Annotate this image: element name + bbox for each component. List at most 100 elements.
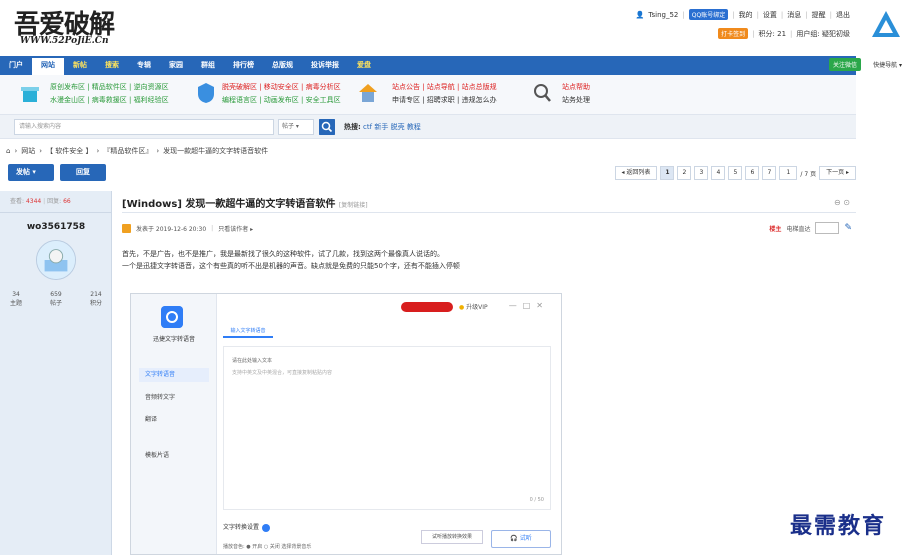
avatar[interactable] <box>36 240 76 280</box>
checkin-button[interactable]: 打卡签到 <box>718 28 749 39</box>
qq-bind-badge[interactable]: QQ账号绑定 <box>688 9 729 20</box>
nav-item-home[interactable]: 家园 <box>160 56 192 75</box>
nav-item-search[interactable]: 搜索 <box>96 56 128 75</box>
redaction-mark <box>401 302 453 312</box>
breadcrumb: ⌂ › 网站 › 【 软件安全 】 › 『精品软件区』 › 发现一款超牛逼的文字转语音软… <box>6 146 269 156</box>
app-name: 迅捷文字转语音 <box>152 336 195 343</box>
hot-link[interactable]: ctf <box>363 123 372 131</box>
app-input-hint: 支持中英文及中英混合，可直接复制粘贴内容 <box>232 370 333 376</box>
floor-jump-input[interactable] <box>815 222 840 234</box>
page-link[interactable]: 1 <box>660 166 675 180</box>
page-link[interactable]: 5 <box>728 166 743 180</box>
breadcrumb-item[interactable]: 『精品软件区』 <box>103 146 152 156</box>
app-settings-label: 文字转换设置 <box>223 524 260 531</box>
hot-link[interactable]: 教程 <box>407 123 421 131</box>
hot-link[interactable]: 新手 <box>374 123 388 131</box>
breadcrumb-item[interactable]: 网站 <box>21 146 35 156</box>
jump-label: 电梯直达 <box>786 225 811 233</box>
subnav-group-software: 原创发布区 | 精品软件区 | 逆向资源区 水漫金山区 | 病毒救援区 | 福利… <box>50 81 169 107</box>
search-type-select[interactable]: 帖子 ▾ <box>278 119 314 135</box>
sub-nav: 原创发布区 | 精品软件区 | 逆向资源区 水漫金山区 | 病毒救援区 | 福利… <box>0 75 856 115</box>
reply-button[interactable]: 回复 <box>60 164 106 181</box>
thread-title-text: [Windows] 发现一款超牛逼的文字转语音软件 <box>122 199 336 210</box>
page-link[interactable]: 2 <box>677 166 692 180</box>
logout-link[interactable]: 退出 <box>836 10 850 20</box>
app-try-label: 试听 <box>519 535 532 542</box>
next-page-button[interactable]: 下一页 ▸ <box>819 166 856 180</box>
subnav-line[interactable]: 申请专区 | 招聘求职 | 违规怎么办 <box>392 94 497 107</box>
stat-value: 34 <box>12 291 20 298</box>
forum-page: 吾爱破解 WWW.52PoJiE.Cn 👤 Tsing_52 | QQ账号绑定 … <box>0 0 914 555</box>
notifications-link[interactable]: 提醒 <box>812 10 826 20</box>
subnav-line[interactable]: 站点帮助 <box>562 81 590 94</box>
app-vip-label: 升级VIP <box>466 304 488 311</box>
page-link[interactable]: 6 <box>745 166 760 180</box>
breadcrumb-item[interactable]: 【 软件安全 】 <box>46 146 92 156</box>
subnav-line[interactable]: 脱壳破解区 | 移动安全区 | 病毒分析区 <box>222 81 341 94</box>
nav-item-albums[interactable]: 专辑 <box>128 56 160 75</box>
new-post-button[interactable]: 发帖 ▾ <box>8 164 54 181</box>
subnav-line[interactable]: 水漫金山区 | 病毒救援区 | 福利经验区 <box>50 94 169 107</box>
nav-item-new[interactable]: 新帖 <box>64 56 96 75</box>
post-body: 首先，不是广告，也不是推广，我是最新找了很久的这种软件，试了几款，找到这两个最像… <box>122 248 642 272</box>
prev-thread-icon[interactable]: ⊙ <box>843 198 850 207</box>
stat-label: 帖子 <box>49 300 62 307</box>
back-to-list-button[interactable]: ◂ 返回列表 <box>614 166 658 180</box>
author-name[interactable]: wo3561758 <box>0 222 112 232</box>
app-settings: 文字转换设置 <box>223 522 271 532</box>
page-link[interactable]: 3 <box>694 166 709 180</box>
window-controls-icon: —□✕ <box>508 301 549 310</box>
page-link[interactable]: 4 <box>711 166 726 180</box>
new-post-label: 发帖 <box>16 168 30 176</box>
stat-threads[interactable]: 34 主题 <box>10 290 22 308</box>
stat-value: 659 <box>50 291 62 298</box>
search-type-label: 帖子 <box>282 123 295 130</box>
post-date: 发表于 2019-12-6 20:30 <box>136 226 207 233</box>
stat-posts[interactable]: 659 帖子 <box>50 290 62 308</box>
search-input[interactable]: 请输入搜索内容 <box>14 119 274 135</box>
nav-item-site[interactable]: 网站 <box>32 58 64 75</box>
pencil-icon[interactable]: ✎ <box>844 223 852 233</box>
site-logo[interactable]: 吾爱破解 WWW.52PoJiE.Cn <box>14 4 174 52</box>
subnav-line[interactable]: 站点公告 | 站点导航 | 站点总版规 <box>392 81 497 94</box>
app-menu-item: 翻译 <box>145 416 158 423</box>
username-link[interactable]: Tsing_52 <box>648 11 678 19</box>
my-link[interactable]: 我的 <box>739 10 753 20</box>
magnifier-icon <box>534 84 551 102</box>
app-tab: 输入文字转语音 <box>223 324 273 338</box>
quick-nav-button[interactable]: 快捷导航 ▾ <box>867 58 908 71</box>
home-icon[interactable]: ⌂ <box>6 147 10 155</box>
hot-link[interactable]: 脱壳 <box>391 123 405 131</box>
page-jump-input[interactable]: 1 <box>779 166 798 180</box>
thread-title-row: [Windows] 发现一款超牛逼的文字转语音软件 [复制链接] ⊖ ⊙ <box>122 191 856 213</box>
nav-item-groups[interactable]: 群组 <box>192 56 224 75</box>
usergroup-link[interactable]: 用户组: 疑犯初级 <box>796 29 850 39</box>
quick-nav-label: 快捷导航 <box>873 62 898 69</box>
settings-link[interactable]: 设置 <box>763 10 777 20</box>
subnav-line[interactable]: 原创发布区 | 精品软件区 | 逆向资源区 <box>50 81 169 94</box>
app-menu-item: 音频转文字 <box>145 394 176 401</box>
nav-item-rules[interactable]: 总版规 <box>263 56 302 75</box>
breadcrumb-item[interactable]: 发现一款超牛逼的文字转语音软件 <box>163 146 268 156</box>
subnav-line[interactable]: 站务处理 <box>562 94 590 107</box>
app-vip: ● 升级VIP <box>459 304 488 311</box>
app-text-area: 请在此处输入文本 支持中英文及中英混合，可直接复制粘贴内容 0 / 50 <box>223 346 551 510</box>
print-icon[interactable]: ⊖ <box>834 198 841 207</box>
stat-points[interactable]: 214 积分 <box>90 290 102 308</box>
search-button[interactable] <box>319 119 335 135</box>
nav-item-report[interactable]: 投诉举报 <box>302 56 348 75</box>
page-link[interactable]: 7 <box>762 166 777 180</box>
subnav-line[interactable]: 编程语言区 | 动画发布区 | 安全工具区 <box>222 94 341 107</box>
nav-item-aipan[interactable]: 爱盘 <box>348 56 380 75</box>
post-meta-left: 发表于 2019-12-6 20:30 | 只看该作者 ▸ <box>122 224 253 233</box>
thread-title: [Windows] 发现一款超牛逼的文字转语音软件 [复制链接] <box>122 195 368 210</box>
only-author-link[interactable]: 只看该作者 ▸ <box>218 224 253 233</box>
house-icon <box>359 84 377 102</box>
points-link[interactable]: 积分: 21 <box>759 29 787 39</box>
nav-item-portal[interactable]: 门户 <box>0 56 32 75</box>
nav-item-ranking[interactable]: 排行榜 <box>224 56 263 75</box>
follow-wechat-button[interactable]: 关注微信 <box>829 58 862 71</box>
embedded-screenshot: 迅捷文字转语音 文字转语音 音频转文字 翻译 模板片语 ● 升级VIP —□✕ … <box>130 293 562 555</box>
messages-link[interactable]: 消息 <box>787 10 801 20</box>
copy-link-button[interactable]: [复制链接] <box>339 202 368 209</box>
